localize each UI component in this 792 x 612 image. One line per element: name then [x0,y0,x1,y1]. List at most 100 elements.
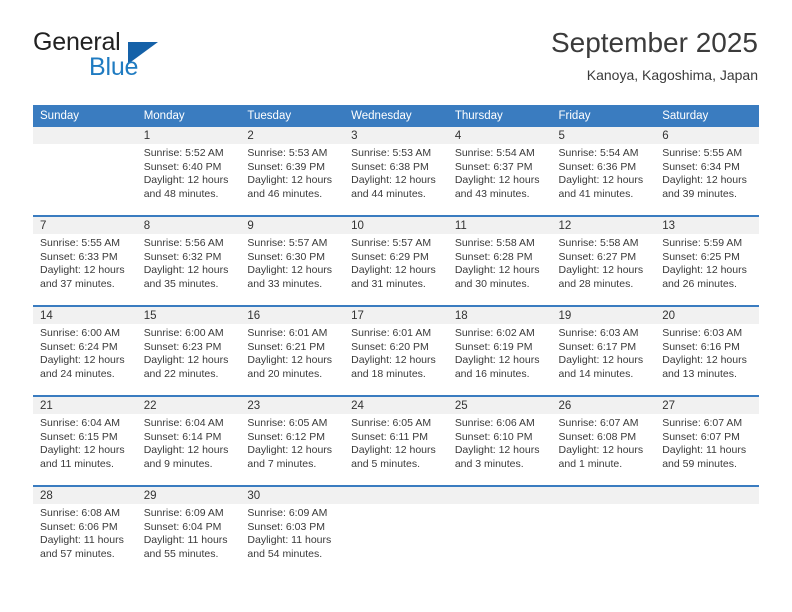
day-number: 16 [240,307,345,324]
daylight-text-line2: and 13 minutes. [662,367,737,380]
weekday-header-wednesday: Wednesday [344,105,448,127]
day-cell[interactable]: 22 Sunrise: 6:04 AM Sunset: 6:14 PM Dayligh… [136,396,241,487]
logo[interactable]: General Blue [33,28,253,88]
sunset-text: Sunset: 6:29 PM [351,250,429,263]
day-number: 29 [136,487,241,504]
day-cell[interactable]: 7 Sunrise: 5:55 AM Sunset: 6:33 PM Daylight… [33,216,137,307]
sunset-text: Sunset: 6:37 PM [454,160,533,173]
daylight-text-line1: Daylight: 12 hours [662,264,747,277]
day-number: 28 [33,487,137,504]
weekday-header-friday: Friday [551,105,656,127]
day-number: 8 [136,217,241,234]
day-cell[interactable]: 23 Sunrise: 6:05 AM Sunset: 6:12 PM Dayligh… [240,396,345,487]
day-cell[interactable]: 30 Sunrise: 6:09 AM Sunset: 6:03 PM Dayligh… [240,486,345,575]
sunrise-text: Sunrise: 6:02 AM [454,327,535,339]
day-cell[interactable]: 18 Sunrise: 6:02 AM Sunset: 6:19 PM Dayligh… [447,306,552,397]
day-cell[interactable]: 4 Sunrise: 5:54 AM Sunset: 6:37 PM Daylight… [447,127,552,217]
daylight-text-line2: and 30 minutes. [454,277,530,290]
day-number [33,127,137,144]
daylight-text-line2: and 48 minutes. [143,187,219,200]
day-cell[interactable]: 19 Sunrise: 6:03 AM Sunset: 6:17 PM Dayligh… [551,306,656,397]
daylight-text-line1: Daylight: 11 hours [143,534,228,547]
day-cell[interactable]: 11 Sunrise: 5:58 AM Sunset: 6:28 PM Dayligh… [447,216,552,307]
day-cell[interactable]: 28 Sunrise: 6:08 AM Sunset: 6:06 PM Dayligh… [33,486,137,575]
day-cell[interactable]: 10 Sunrise: 5:57 AM Sunset: 6:29 PM Dayligh… [344,216,448,307]
daylight-text-line1: Daylight: 12 hours [247,444,333,457]
day-cell[interactable]: 3 Sunrise: 5:53 AM Sunset: 6:38 PM Daylight… [344,127,448,217]
sunset-text: Sunset: 6:21 PM [247,340,326,353]
day-cell[interactable]: 6 Sunrise: 5:55 AM Sunset: 6:34 PM Daylight… [655,127,759,217]
daylight-text-line2: and 18 minutes. [351,367,426,380]
weekday-header-row: Sunday Monday Tuesday Wednesday Thursday… [33,105,759,127]
day-cell[interactable]: 20 Sunrise: 6:03 AM Sunset: 6:16 PM Dayligh… [655,306,759,397]
day-cell[interactable]: 25 Sunrise: 6:06 AM Sunset: 6:10 PM Dayligh… [447,396,552,487]
day-number: 4 [447,127,552,144]
sunset-text: Sunset: 6:08 PM [558,430,637,443]
day-number: 22 [136,397,241,414]
sunrise-text: Sunrise: 5:58 AM [558,237,639,249]
day-cell[interactable]: 27 Sunrise: 6:07 AM Sunset: 6:07 PM Dayligh… [655,396,759,487]
daylight-text-line1: Daylight: 11 hours [247,534,332,547]
day-number: 6 [655,127,759,144]
daylight-text-line1: Daylight: 12 hours [454,444,540,457]
week-row: 28 Sunrise: 6:08 AM Sunset: 6:06 PM Dayligh… [33,486,759,575]
sunset-text: Sunset: 6:04 PM [143,520,222,533]
day-cell[interactable]: 15 Sunrise: 6:00 AM Sunset: 6:23 PM Dayligh… [136,306,241,397]
daylight-text-line2: and 9 minutes. [143,457,213,470]
day-cell[interactable] [33,127,137,217]
daylight-text-line2: and 44 minutes. [351,187,426,200]
sunrise-text: Sunrise: 6:04 AM [143,417,224,429]
daylight-text-line1: Daylight: 12 hours [454,174,540,187]
daylight-text-line1: Daylight: 12 hours [454,354,540,367]
sunset-text: Sunset: 6:07 PM [662,430,740,443]
sunrise-text: Sunrise: 5:53 AM [351,147,432,159]
day-number: 24 [344,397,448,414]
day-number: 23 [240,397,345,414]
daylight-text-line1: Daylight: 12 hours [247,174,333,187]
day-number: 25 [447,397,552,414]
day-cell[interactable]: 16 Sunrise: 6:01 AM Sunset: 6:21 PM Dayligh… [240,306,345,397]
day-cell[interactable]: 5 Sunrise: 5:54 AM Sunset: 6:36 PM Daylight… [551,127,656,217]
day-cell[interactable]: 29 Sunrise: 6:09 AM Sunset: 6:04 PM Dayligh… [136,486,241,575]
day-cell[interactable]: 9 Sunrise: 5:57 AM Sunset: 6:30 PM Daylight… [240,216,345,307]
weekday-header-thursday: Thursday [447,105,552,127]
week-row: 14 Sunrise: 6:00 AM Sunset: 6:24 PM Dayligh… [33,306,759,397]
day-cell[interactable]: 8 Sunrise: 5:56 AM Sunset: 6:32 PM Daylight… [136,216,241,307]
day-cell[interactable]: 17 Sunrise: 6:01 AM Sunset: 6:20 PM Dayligh… [344,306,448,397]
weekday-header-sunday: Sunday [33,105,137,127]
sunrise-text: Sunrise: 6:09 AM [247,507,328,519]
sunset-text: Sunset: 6:28 PM [454,250,533,263]
day-cell[interactable]: 1 Sunrise: 5:52 AM Sunset: 6:40 PM Daylight… [136,127,241,217]
daylight-text-line1: Daylight: 11 hours [40,534,124,547]
day-cell[interactable]: 21 Sunrise: 6:04 AM Sunset: 6:15 PM Dayligh… [33,396,137,487]
sunrise-text: Sunrise: 6:07 AM [558,417,639,429]
logo-text-blue: Blue [89,53,139,81]
day-cell[interactable] [447,486,552,575]
daylight-text-line1: Daylight: 12 hours [558,444,644,457]
sunrise-text: Sunrise: 5:55 AM [40,237,120,249]
day-cell[interactable]: 2 Sunrise: 5:53 AM Sunset: 6:39 PM Daylight… [240,127,345,217]
daylight-text-line2: and 7 minutes. [247,457,317,470]
sunrise-text: Sunrise: 5:56 AM [143,237,224,249]
day-cell[interactable] [344,486,448,575]
daylight-text-line1: Daylight: 12 hours [247,264,333,277]
day-cell[interactable]: 26 Sunrise: 6:07 AM Sunset: 6:08 PM Dayligh… [551,396,656,487]
day-cell[interactable] [655,486,759,575]
day-number: 17 [344,307,448,324]
day-cell[interactable]: 14 Sunrise: 6:00 AM Sunset: 6:24 PM Dayligh… [33,306,137,397]
day-number [344,487,448,504]
day-cell[interactable]: 13 Sunrise: 5:59 AM Sunset: 6:25 PM Dayligh… [655,216,759,307]
daylight-text-line1: Daylight: 12 hours [558,354,644,367]
location-subtitle: Kanoya, Kagoshima, Japan [586,67,758,83]
sunset-text: Sunset: 6:14 PM [143,430,222,443]
day-number: 30 [240,487,345,504]
day-cell[interactable]: 24 Sunrise: 6:05 AM Sunset: 6:11 PM Dayligh… [344,396,448,487]
day-cell[interactable]: 12 Sunrise: 5:58 AM Sunset: 6:27 PM Dayligh… [551,216,656,307]
daylight-text-line1: Daylight: 11 hours [662,444,747,457]
day-cell[interactable] [551,486,656,575]
daylight-text-line2: and 31 minutes. [351,277,426,290]
sunset-text: Sunset: 6:33 PM [40,250,118,263]
sunrise-text: Sunrise: 5:54 AM [454,147,535,159]
daylight-text-line1: Daylight: 12 hours [247,354,333,367]
sunrise-text: Sunrise: 6:07 AM [662,417,743,429]
